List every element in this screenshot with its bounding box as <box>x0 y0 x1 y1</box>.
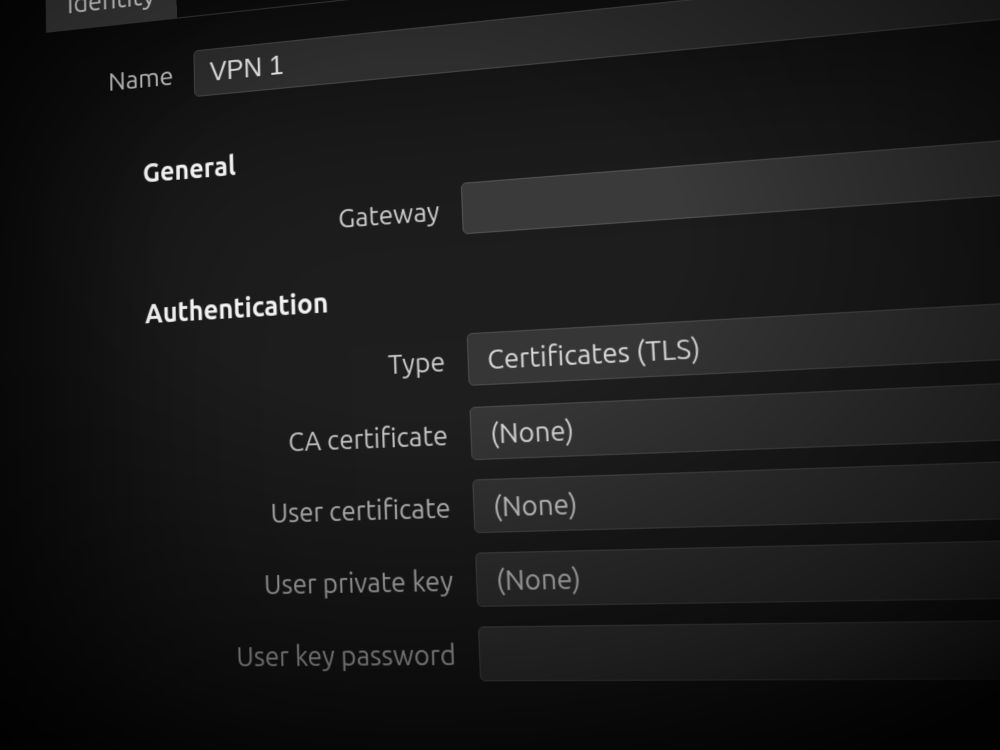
tab-identity[interactable]: Identity <box>46 0 178 33</box>
gateway-label: Gateway <box>39 195 440 254</box>
auth-type-select[interactable]: Certificates (TLS) <box>467 283 1000 385</box>
user-cert-label: User certificate <box>41 491 451 533</box>
gateway-row: Gateway <box>39 114 1000 265</box>
tab-bar: Identity IPv4 IPv6 <box>46 0 371 33</box>
user-key-row: User private key (None) <box>42 532 1000 614</box>
name-label: Name <box>38 61 174 103</box>
auth-type-value: Certificates (TLS) <box>487 332 701 374</box>
user-cert-value: (None) <box>493 487 578 521</box>
gateway-input[interactable] <box>461 114 1000 235</box>
settings-window: Identity IPv4 IPv6 Name General Gateway … <box>0 0 1000 750</box>
name-input[interactable] <box>193 0 1000 97</box>
key-password-row: User key password <box>42 616 1000 683</box>
key-password-input[interactable] <box>478 616 1000 682</box>
user-cert-chooser[interactable]: (None) <box>472 449 1000 533</box>
user-key-label: User private key <box>42 564 454 602</box>
auth-type-label: Type <box>40 346 445 397</box>
section-general: General <box>143 151 236 188</box>
ca-cert-value: (None) <box>490 414 575 449</box>
user-key-value: (None) <box>496 562 582 595</box>
vpn-identity-panel: Identity IPv4 IPv6 Name General Gateway … <box>0 0 1000 750</box>
ca-cert-label: CA certificate <box>41 419 449 465</box>
key-password-label: User key password <box>42 638 456 672</box>
section-authentication: Authentication <box>145 288 329 330</box>
user-key-chooser[interactable]: (None) <box>475 532 1000 607</box>
